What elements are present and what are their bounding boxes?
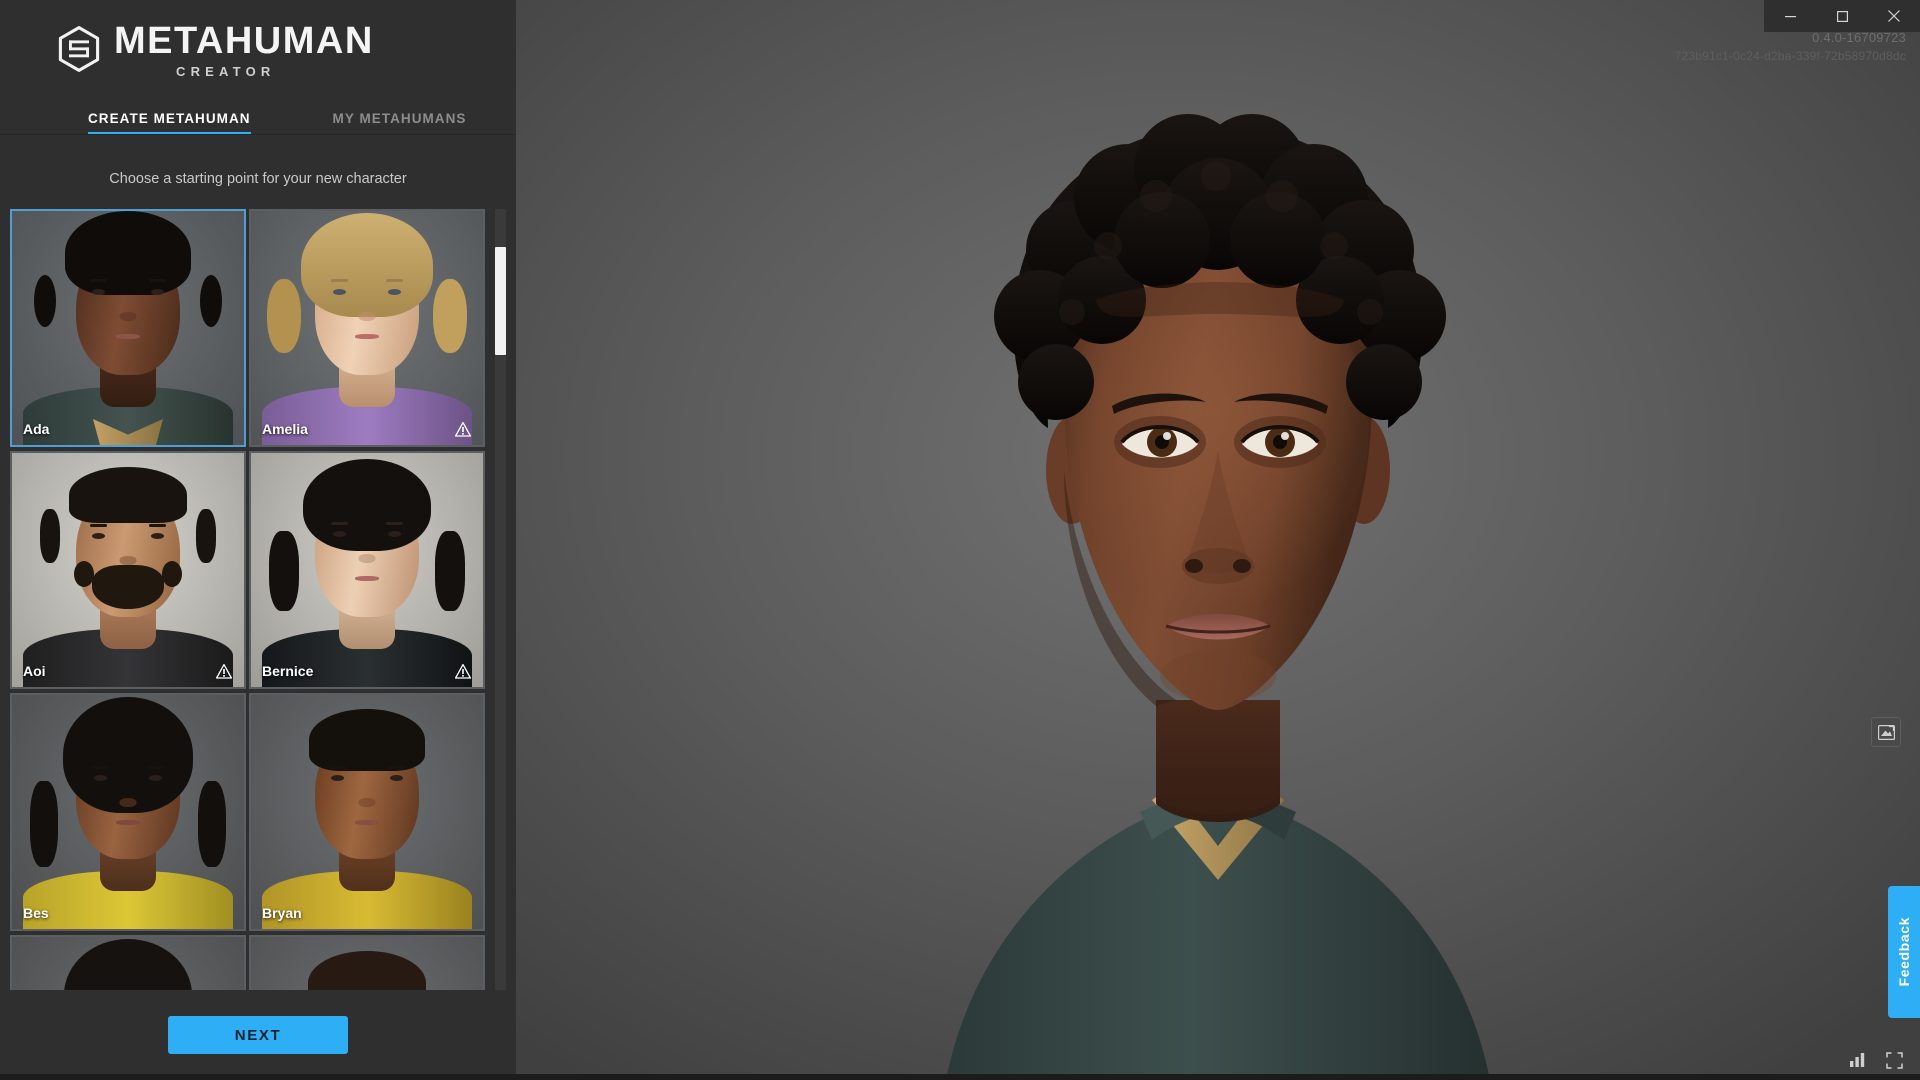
maximize-icon: [1836, 10, 1848, 22]
app-logo: METAHUMAN CREATOR: [0, 0, 516, 100]
preset-thumbnail-bes: [12, 695, 244, 929]
preset-card-ada[interactable]: Ada: [10, 209, 246, 447]
tab-my-metahumans-label: MY METAHUMANS: [332, 111, 467, 126]
fullscreen-icon: [1885, 1051, 1903, 1069]
preset-card-bernice[interactable]: Bernice: [249, 451, 485, 689]
preset-card-bes[interactable]: Bes: [10, 693, 246, 931]
preset-name-amelia: Amelia: [262, 421, 308, 437]
preset-card-bryan[interactable]: Bryan: [249, 693, 485, 931]
preset-card-7[interactable]: [10, 935, 246, 990]
page-hint: Choose a starting point for your new cha…: [109, 171, 407, 187]
logo-subtitle: CREATOR: [176, 63, 276, 79]
preset-thumbnail-ada: [12, 211, 244, 445]
preset-card-aoi[interactable]: Aoi: [10, 451, 246, 689]
camera-framing-button[interactable]: [1871, 717, 1901, 747]
stats-button[interactable]: [1848, 1050, 1868, 1070]
warning-triangle-icon: [216, 664, 232, 679]
preset-name-bernice: Bernice: [262, 663, 314, 679]
warning-triangle-icon: [455, 664, 471, 679]
preset-thumbnail-amelia: [251, 211, 483, 445]
preset-thumbnail-7: [12, 937, 244, 990]
tab-bar: CREATE METAHUMAN MY METAHUMANS: [0, 100, 516, 134]
logo-title: METAHUMAN: [114, 19, 374, 62]
preset-card-amelia[interactable]: Amelia: [249, 209, 485, 447]
metahuman-creator-window: 0.4.0-16709723 723b91c1-0c24-d2ba-339f-7…: [0, 0, 1920, 1080]
preset-thumbnail-8: [251, 937, 483, 990]
panel-footer: NEXT: [0, 990, 516, 1080]
taskbar-strip: [0, 1074, 1920, 1080]
feedback-tab[interactable]: Feedback: [1888, 886, 1920, 1018]
close-icon: [1888, 10, 1900, 22]
minimize-icon: [1784, 15, 1796, 17]
fullscreen-button[interactable]: [1884, 1050, 1904, 1070]
maximize-button[interactable]: [1816, 0, 1868, 32]
stats-bars-icon: [1850, 1053, 1865, 1067]
preset-name-ada: Ada: [23, 421, 50, 437]
preset-name-bryan: Bryan: [262, 905, 302, 921]
preset-thumbnail-aoi: [12, 453, 244, 687]
rendered-character: [516, 0, 1920, 1080]
tab-my-metahumans[interactable]: MY METAHUMANS: [333, 111, 467, 134]
feedback-label: Feedback: [1896, 917, 1912, 987]
left-panel: METAHUMAN CREATOR CREATE METAHUMAN MY ME…: [0, 0, 516, 1080]
character-viewport[interactable]: 0.4.0-16709723 723b91c1-0c24-d2ba-339f-7…: [516, 0, 1920, 1080]
next-button[interactable]: NEXT: [168, 1016, 348, 1054]
camera-framing-icon: [1877, 724, 1895, 740]
logo-text: METAHUMAN CREATOR: [114, 22, 374, 79]
close-button[interactable]: [1868, 0, 1920, 32]
metahuman-hex-logo-icon: [58, 26, 100, 72]
preset-thumbnail-bernice: [251, 453, 483, 687]
viewport-toolbar: [1848, 1050, 1904, 1070]
minimize-button[interactable]: [1764, 0, 1816, 32]
preset-name-bes: Bes: [23, 905, 49, 921]
tab-create-metahuman[interactable]: CREATE METAHUMAN: [88, 111, 251, 134]
warning-triangle-icon: [455, 422, 471, 437]
preset-card-8[interactable]: [249, 935, 485, 990]
tab-create-metahuman-label: CREATE METAHUMAN: [88, 111, 251, 126]
preset-grid-container: Ada Amelia Aoi Bernice Bes Bryan: [0, 209, 516, 990]
preset-thumbnail-bryan: [251, 695, 483, 929]
window-controls: [1764, 0, 1920, 32]
preset-name-aoi: Aoi: [23, 663, 46, 679]
preset-grid: Ada Amelia Aoi Bernice Bes Bryan: [10, 209, 487, 990]
preset-list-scrollbar-thumb[interactable]: [495, 247, 506, 355]
